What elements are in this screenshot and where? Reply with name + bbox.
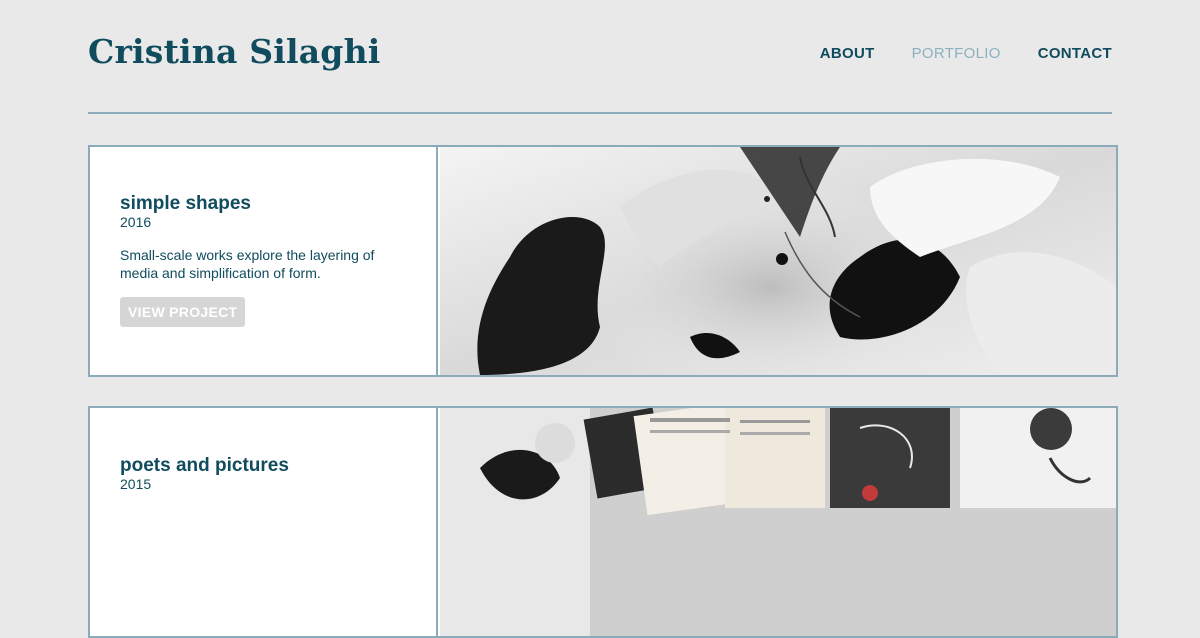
main-nav: ABOUT PORTFOLIO CONTACT: [820, 45, 1112, 62]
project-year: 2015: [120, 476, 152, 492]
nav-portfolio[interactable]: PORTFOLIO: [912, 45, 1001, 62]
project-year: 2016: [120, 214, 152, 230]
project-description: Small-scale works explore the layering o…: [120, 247, 375, 281]
project-image-simple-shapes[interactable]: [440, 147, 1116, 375]
header-divider: [88, 112, 1112, 114]
collage-artwork: [440, 408, 1116, 636]
abstract-ink-artwork: [440, 147, 1116, 375]
project-card-simple-shapes: simple shapes 2016 Small-scale works exp…: [88, 145, 1118, 377]
project-title: simple shapes: [120, 193, 251, 214]
project-title: poets and pictures: [120, 455, 289, 476]
project-card-poets-and-pictures: poets and pictures 2015: [88, 406, 1118, 638]
view-project-button[interactable]: VIEW PROJECT: [120, 297, 246, 327]
project-info: simple shapes 2016 Small-scale works exp…: [90, 147, 438, 375]
project-info: poets and pictures 2015: [90, 408, 438, 636]
site-logo[interactable]: Cristina Silaghi: [88, 32, 381, 71]
nav-contact[interactable]: CONTACT: [1038, 45, 1112, 62]
nav-about[interactable]: ABOUT: [820, 45, 875, 62]
project-image-poets-and-pictures[interactable]: [440, 408, 1116, 636]
site-header: Cristina Silaghi ABOUT PORTFOLIO CONTACT: [88, 0, 1112, 114]
